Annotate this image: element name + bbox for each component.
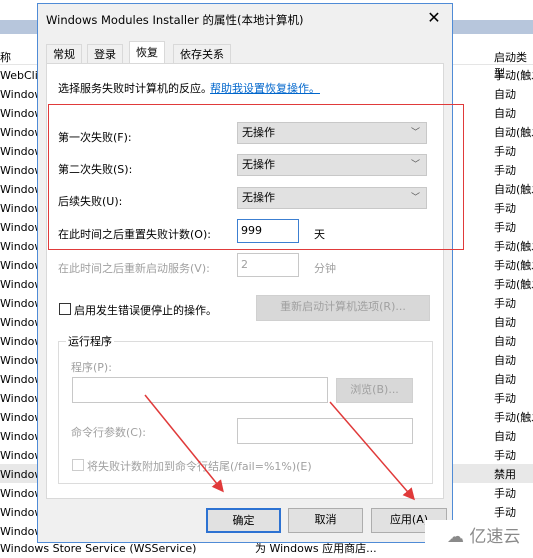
tab-recovery[interactable]: 恢复 (129, 41, 165, 65)
restart-unit: 分钟 (314, 262, 336, 275)
service-row-startup-type: 禁用 (494, 468, 516, 481)
enable-stop-checkbox[interactable] (59, 303, 71, 315)
run-program-group-label: 运行程序 (66, 333, 114, 349)
watermark-logo: ☁ 亿速云 (425, 520, 533, 555)
annotation-highlight-box (48, 104, 464, 250)
tab-dependencies[interactable]: 依存关系 (173, 44, 231, 64)
service-row-startup-type: 自动 (494, 335, 516, 348)
service-row-startup-type: 自动 (494, 107, 516, 120)
restart-service-label: 在此时间之后重新启动服务(V): (58, 262, 210, 275)
column-name-header[interactable]: 称 (0, 49, 11, 65)
append-fail-count-checkbox[interactable] (72, 459, 84, 471)
help-link[interactable]: 帮助我设置恢复操作。 (210, 80, 320, 96)
service-row-startup-type: 自动 (494, 430, 516, 443)
enable-stop-label: 启用发生错误便停止的操作。 (74, 304, 217, 317)
service-row-startup-type: 手动 (494, 297, 516, 310)
service-row-startup-type: 手动(触发 (494, 278, 533, 291)
service-row-startup-type: 手动(触发 (494, 69, 533, 82)
service-row-startup-type: 手动(触发 (494, 240, 533, 253)
service-row-startup-type: 手动 (494, 221, 516, 234)
restart-computer-options-button[interactable]: 重新启动计算机选项(R)... (256, 295, 430, 321)
cloud-icon: ☁ (447, 527, 464, 547)
restart-service-input[interactable]: 2 (237, 253, 299, 277)
service-row-name[interactable]: WebCli (0, 66, 38, 85)
service-row-startup-type: 手动 (494, 164, 516, 177)
intro-text: 选择服务失败时计算机的反应。 (58, 82, 212, 95)
program-label: 程序(P): (71, 361, 112, 374)
args-label: 命令行参数(C): (71, 426, 146, 439)
cancel-button[interactable]: 取消 (288, 508, 363, 533)
service-row-startup-type: 手动(触发 (494, 411, 533, 424)
args-input[interactable] (237, 418, 413, 444)
ok-button[interactable]: 确定 (206, 508, 281, 533)
service-row-startup-type: 手动(触发 (494, 259, 533, 272)
service-row-startup-type: 手动 (494, 449, 516, 462)
service-row-startup-type: 自动 (494, 88, 516, 101)
service-row-startup-type: 自动 (494, 316, 516, 329)
service-row-startup-type: 自动 (494, 354, 516, 367)
properties-dialog: Windows Modules Installer 的属性(本地计算机) ✕ 常… (37, 3, 464, 543)
tab-logon[interactable]: 登录 (87, 44, 123, 64)
service-row-startup-type: 自动 (494, 373, 516, 386)
service-row-startup-type: 手动 (494, 202, 516, 215)
tab-general[interactable]: 常规 (46, 44, 82, 64)
service-row-startup-type: 手动 (494, 392, 516, 405)
service-row-startup-type: 自动(触发 (494, 126, 533, 139)
service-row-startup-type: 手动 (494, 487, 516, 500)
dialog-title: Windows Modules Installer 的属性(本地计算机) (46, 13, 304, 27)
close-icon[interactable]: ✕ (424, 8, 444, 27)
program-input[interactable] (72, 377, 328, 403)
browse-button[interactable]: 浏览(B)... (336, 378, 413, 403)
append-fail-count-label: 将失败计数附加到命令行结尾(/fail=%1%)(E) (87, 460, 312, 473)
service-row-startup-type: 手动 (494, 145, 516, 158)
watermark-text: 亿速云 (469, 527, 521, 547)
service-row-startup-type: 自动(触发 (494, 183, 533, 196)
